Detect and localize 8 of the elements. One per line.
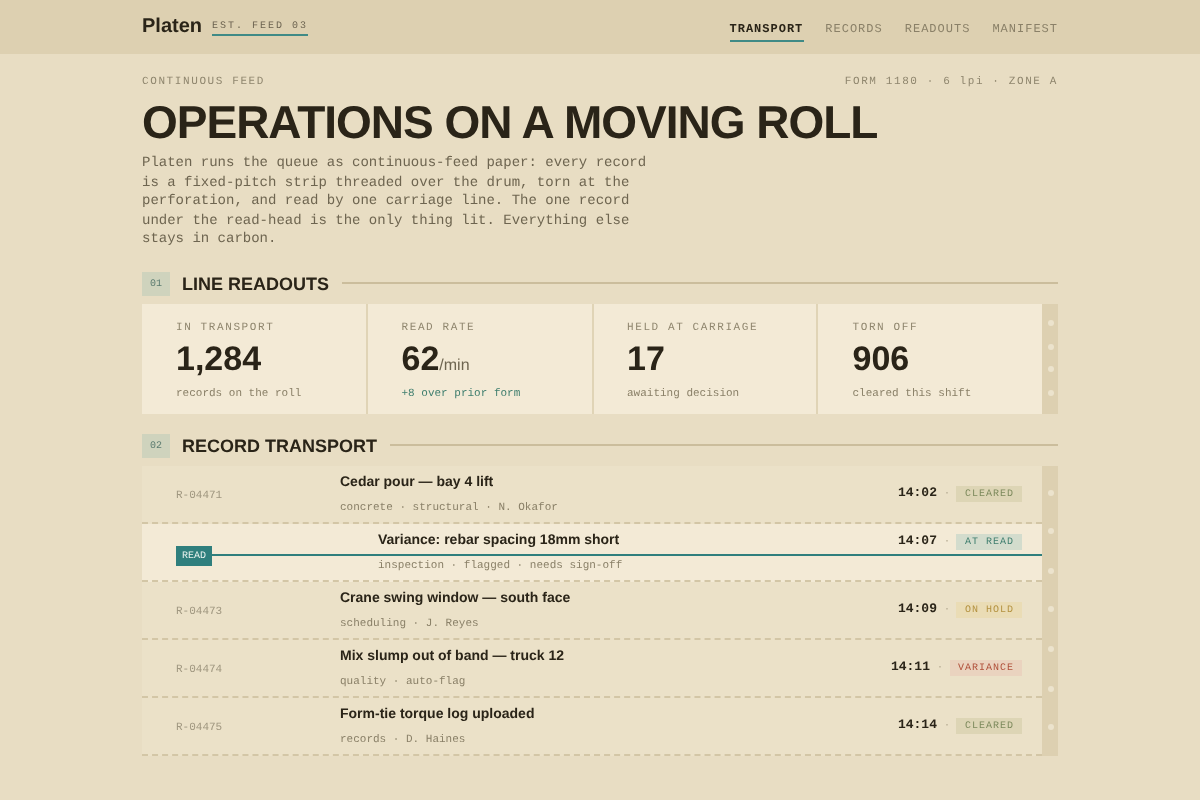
readout-value: 906: [852, 339, 912, 379]
readout-value: 17: [627, 339, 667, 379]
readout-value: 1,284: [176, 339, 264, 379]
section-title: RECORD TRANSPORT: [182, 435, 378, 455]
brand-name[interactable]: Platen: [142, 16, 203, 38]
readout-value: 62/min: [401, 339, 472, 379]
page-title: OPERATIONS ON A MOVING ROLL: [142, 96, 880, 150]
section-title: LINE READOUTS: [182, 273, 330, 293]
